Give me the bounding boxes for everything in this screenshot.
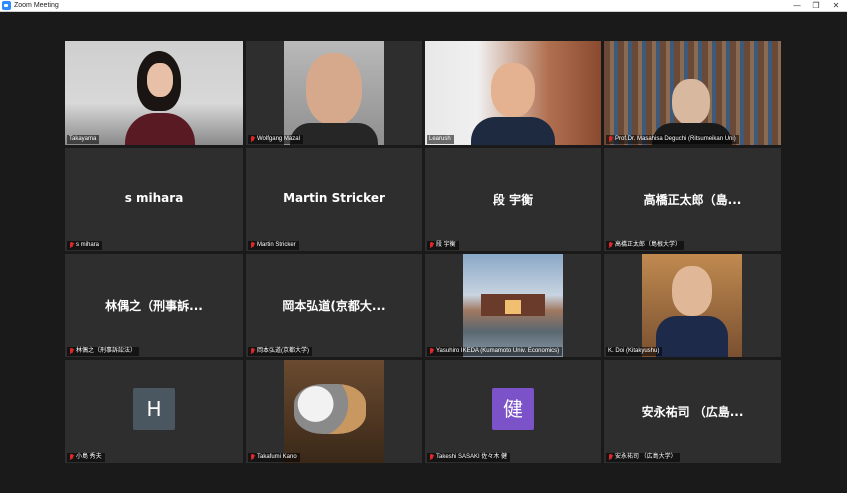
window-titlebar: Zoom Meeting — ❐ ✕ [0,0,847,12]
participant-label: Prof.Dr. Masahisa Deguchi (Ritsumeikan U… [606,135,739,144]
participant-label: 安永祐司 （広島大学） [606,453,680,462]
participant-label: 林偶之（刑事訴訟法） [67,347,140,356]
participant-label: Martin Stricker [248,241,299,250]
participant-label: s mihara [67,241,103,250]
participant-face [672,79,710,125]
participant-label: Learush [427,135,454,144]
mic-muted-icon [69,348,74,355]
name-tile-okamoto[interactable]: 岡本弘道(京都大... 岡本弘道(京都大学) [246,254,422,357]
participant-label: 小島 秀夫 [67,453,105,462]
mic-muted-icon [608,242,613,249]
participant-face [491,63,535,117]
mic-muted-icon [250,136,255,143]
video-tile-masahisa-deguchi[interactable]: Prof.Dr. Masahisa Deguchi (Ritsumeikan U… [604,41,781,145]
participant-label: K. Doi (Kitakyushu) [606,347,663,356]
participant-display-name: Martin Stricker [283,191,385,206]
close-button[interactable]: ✕ [825,0,847,11]
avatar-tile-takeshi-sasaki[interactable]: 健 Takeshi SASAKI 佐々木 健 [425,360,601,463]
avatar: 健 [492,387,534,430]
participant-label: Takayama [67,135,100,144]
restore-button[interactable]: ❐ [805,0,827,11]
participant-display-name: s mihara [124,191,184,206]
name-tile-hayashi[interactable]: 林偶之（刑事訴... 林偶之（刑事訴訟法） [65,254,243,357]
video-tile-takayama[interactable]: Takayama [65,41,243,145]
mic-muted-icon [429,454,434,461]
mic-muted-icon [429,348,434,355]
participant-label: 段 宇衡 [427,241,459,250]
participant-label: Takafumi Kano [248,453,300,462]
mic-muted-icon [250,454,255,461]
participant-label: 高橋正太郎（島根大学） [606,241,685,250]
participant-label: Takeshi SASAKI 佐々木 健 [427,453,511,462]
participant-clothing [471,117,555,145]
mic-muted-icon [429,242,434,249]
participant-display-name: 安永祐司 （広島... [641,405,744,420]
image-tile-yasuhiro-ikeda[interactable]: Yasuhiro IKEDA (Kumamoto Univ. Economics… [425,254,601,357]
name-tile-yasunaga[interactable]: 安永祐司 （広島... 安永祐司 （広島大学） [604,360,781,463]
name-tile-duan-yuheng[interactable]: 段 宇衡 段 宇衡 [425,148,601,251]
participant-clothing [290,123,378,145]
zoom-app-icon [2,1,11,10]
video-tile-k-doi[interactable]: K. Doi (Kitakyushu) [604,254,781,357]
participant-display-name: 林偶之（刑事訴... [105,299,203,314]
mic-muted-icon [608,454,613,461]
mic-muted-icon [69,454,74,461]
mic-muted-icon [69,242,74,249]
gallery-view: Takayama Wolfgang Mazal Learush Prof.Dr.… [0,12,847,493]
avatar: H [133,387,175,430]
name-tile-takahashi[interactable]: 高橋正太郎（島... 高橋正太郎（島根大学） [604,148,781,251]
participant-display-name: 岡本弘道(京都大... [282,299,386,314]
participant-label: 岡本弘道(京都大学) [248,347,312,356]
cat-body [294,384,366,434]
participant-label: Wolfgang Mazal [248,135,303,144]
mic-muted-icon [250,348,255,355]
name-tile-martin-stricker[interactable]: Martin Stricker Martin Stricker [246,148,422,251]
mic-muted-icon [250,242,255,249]
video-tile-wolfgang-mazal[interactable]: Wolfgang Mazal [246,41,422,145]
window-title: Zoom Meeting [14,2,59,9]
mic-muted-icon [608,136,613,143]
participant-display-name: 高橋正太郎（島... [643,193,742,208]
image-tile-takafumi-kano[interactable]: Takafumi Kano [246,360,422,463]
video-tile-learush[interactable]: Learush [425,41,601,145]
participant-face [306,53,362,125]
participant-label: Yasuhiro IKEDA (Kumamoto Univ. Economics… [427,347,563,356]
participant-face [147,63,173,97]
participant-display-name: 段 宇衡 [492,193,534,208]
avatar-tile-kojima[interactable]: H 小島 秀夫 [65,360,243,463]
station-window [505,300,521,314]
participant-clothing [656,316,728,357]
name-tile-s-mihara[interactable]: s mihara s mihara [65,148,243,251]
participant-face [672,266,712,316]
